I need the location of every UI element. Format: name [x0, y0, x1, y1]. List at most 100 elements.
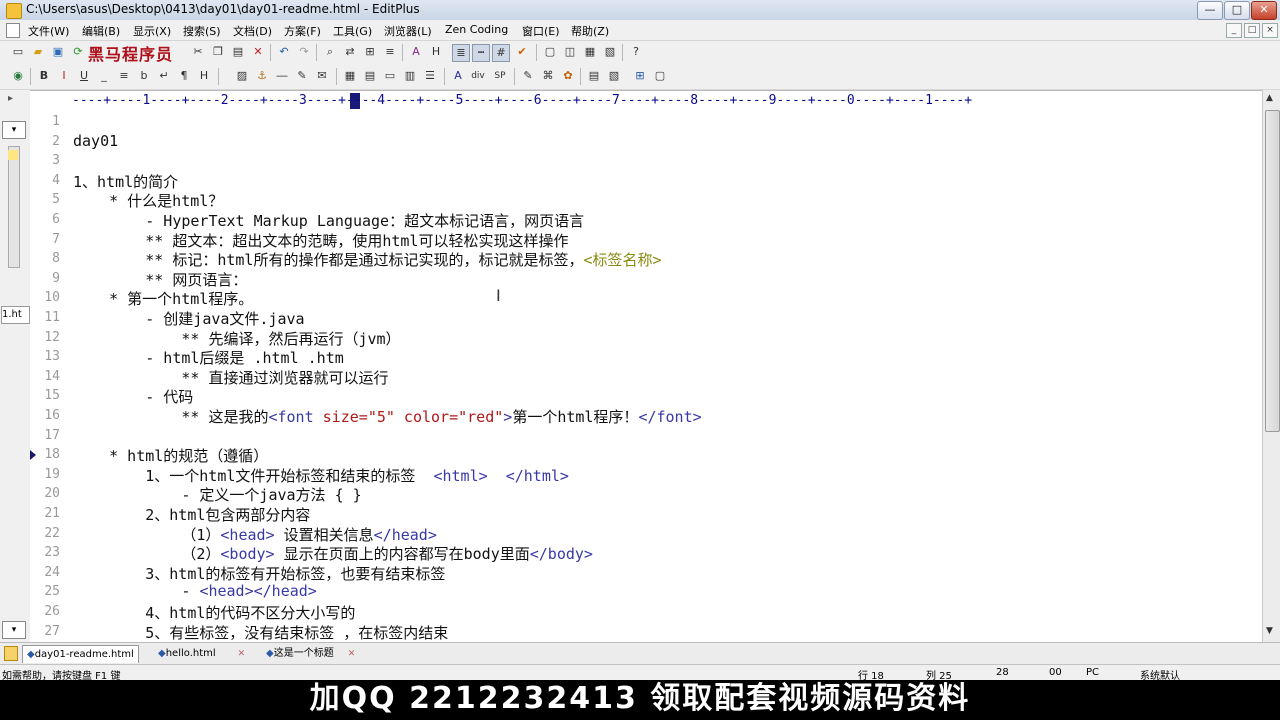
- code-line[interactable]: - 创建java文件.java: [73, 308, 304, 329]
- nb-icon[interactable]: b: [136, 68, 152, 84]
- font-tag-icon[interactable]: A: [450, 68, 466, 84]
- tab-close-icon[interactable]: ✕: [348, 649, 356, 659]
- scroll-down-icon[interactable]: ▼: [1266, 626, 1273, 636]
- panel-icon[interactable]: ▢: [652, 68, 668, 84]
- mdi-minimize-button[interactable]: _: [1226, 23, 1242, 38]
- table-icon[interactable]: ▦: [342, 68, 358, 84]
- script-icon[interactable]: ⌘: [540, 68, 556, 84]
- code-line[interactable]: 5、有些标签，没有结束标签 ，在标签内结束: [73, 622, 448, 642]
- toolbar-icon[interactable]: ▤: [586, 68, 602, 84]
- italic-icon[interactable]: I: [56, 68, 72, 84]
- list-icon[interactable]: ☰: [422, 68, 438, 84]
- code-line[interactable]: 2、html包含两部分内容: [73, 504, 310, 525]
- menu-edit[interactable]: 编辑(B): [82, 23, 120, 39]
- redo-icon[interactable]: ↷: [296, 44, 312, 60]
- new-file-icon[interactable]: ▭: [10, 44, 26, 60]
- tab-close-icon[interactable]: ✕: [238, 649, 246, 659]
- panel-dropdown[interactable]: ▾: [2, 121, 26, 139]
- menu-search[interactable]: 搜索(S): [183, 23, 221, 39]
- code-line[interactable]: - HyperText Markup Language：超文本标记语言，网页语言: [73, 210, 584, 231]
- edit-icon[interactable]: ✎: [294, 68, 310, 84]
- code-line[interactable]: ** 先编译，然后再运行（jvm）: [73, 328, 400, 349]
- comment-icon[interactable]: ✉: [314, 68, 330, 84]
- menu-window[interactable]: 窗口(E): [522, 23, 560, 39]
- delete-icon[interactable]: ✕: [250, 44, 266, 60]
- code-line[interactable]: 1、一个html文件开始标签和结束的标签 <html> </html>: [73, 465, 569, 486]
- code-line[interactable]: - 定义一个java方法 { }: [73, 484, 361, 505]
- undo-icon[interactable]: ↶: [276, 44, 292, 60]
- find-icon[interactable]: ⌕: [322, 44, 338, 60]
- cliptext-icon[interactable]: ▧: [606, 68, 622, 84]
- refresh-icon[interactable]: ⟳: [70, 44, 86, 60]
- tab-title-page[interactable]: ◆这是一个标题 ✕: [262, 645, 359, 662]
- menu-help[interactable]: 帮助(Z): [571, 23, 609, 39]
- span-tag-icon[interactable]: SP: [492, 68, 508, 84]
- code-line[interactable]: - html后缀是 .html .htm: [73, 347, 344, 368]
- color-picker-icon[interactable]: ✿: [560, 68, 576, 84]
- menu-tools[interactable]: 工具(G): [333, 23, 372, 39]
- code-line[interactable]: ** 网页语言：: [73, 269, 247, 290]
- horizontal-rule-icon[interactable]: ―: [274, 68, 290, 84]
- editor-area[interactable]: 1 2 3 4 5 6 7 8 9 10 11 12 13 14 15 16 17 18 19 20 21 22 23 24 2…: [30, 110, 1262, 642]
- menu-zen-coding[interactable]: Zen Coding: [445, 23, 508, 36]
- replace-icon[interactable]: ⇄: [342, 44, 358, 60]
- mdi-restore-button[interactable]: □: [1244, 23, 1260, 38]
- code-line[interactable]: * html的规范（遵循）: [73, 445, 268, 466]
- word-wrap-icon[interactable]: ≣: [452, 44, 470, 62]
- code-line[interactable]: 4、html的代码不区分大小写的: [73, 602, 355, 623]
- find-in-files-icon[interactable]: ⊞: [362, 44, 378, 60]
- nbsp-icon[interactable]: _: [96, 68, 112, 84]
- cascade-window-icon[interactable]: ▧: [602, 44, 618, 60]
- menu-file[interactable]: 文件(W): [28, 23, 69, 39]
- code-line[interactable]: * 第一个html程序。: [73, 288, 253, 309]
- ruler-toggle-icon[interactable]: ▸: [8, 93, 13, 104]
- code-line[interactable]: ** 这是我的<font size="5" color="red">第一个htm…: [73, 406, 701, 427]
- textarea-icon[interactable]: ▥: [402, 68, 418, 84]
- spell-check-icon[interactable]: ✔: [514, 44, 530, 60]
- paragraph-icon[interactable]: ¶: [176, 68, 192, 84]
- copy-icon[interactable]: ❐: [210, 44, 226, 60]
- underline-icon[interactable]: U: [76, 68, 92, 84]
- code-line[interactable]: （2）<body> 显示在页面上的内容都写在body里面</body>: [73, 543, 593, 564]
- open-folder-icon[interactable]: ▰: [30, 44, 46, 60]
- goto-line-icon[interactable]: ≡: [382, 44, 398, 60]
- code-line[interactable]: - 代码: [73, 386, 193, 407]
- tab-hello-html[interactable]: ◆hello.html ✕: [154, 645, 249, 662]
- save-icon[interactable]: ▣: [50, 44, 66, 60]
- close-button[interactable]: ✕: [1251, 1, 1277, 20]
- code-line[interactable]: ** 标记：html所有的操作都是通过标记实现的，标记就是标签，<标签名称>: [73, 249, 661, 270]
- tile-window-icon[interactable]: ▦: [582, 44, 598, 60]
- code-line[interactable]: （1）<head> 设置相关信息</head>: [73, 524, 437, 545]
- code-line[interactable]: 3、html的标签有开始标签，也要有结束标签: [73, 563, 445, 584]
- window-layout-icon[interactable]: ▢: [542, 44, 558, 60]
- scroll-up-icon[interactable]: ▲: [1266, 93, 1273, 103]
- center-icon[interactable]: ≡: [116, 68, 132, 84]
- scroll-thumb[interactable]: [1265, 110, 1280, 432]
- panel-scrollbar[interactable]: [8, 146, 20, 268]
- browser-preview-icon[interactable]: ◉: [10, 68, 26, 84]
- line-number-icon[interactable]: #: [492, 44, 510, 62]
- vertical-scrollbar[interactable]: ▲ ▼: [1262, 90, 1280, 642]
- input-icon[interactable]: ▭: [382, 68, 398, 84]
- mdi-close-button[interactable]: ×: [1262, 23, 1278, 38]
- font-icon[interactable]: A: [408, 44, 424, 60]
- paste-icon[interactable]: ▤: [230, 44, 246, 60]
- code-line[interactable]: ** 直接通过浏览器就可以运行: [73, 367, 388, 388]
- ruler-icon[interactable]: ┅: [472, 44, 490, 62]
- minimize-button[interactable]: —: [1197, 1, 1223, 20]
- div-tag-icon[interactable]: div: [470, 68, 486, 84]
- line-break-icon[interactable]: ↵: [156, 68, 172, 84]
- form-icon[interactable]: ▤: [362, 68, 378, 84]
- menu-document[interactable]: 文档(D): [233, 23, 272, 39]
- bold-icon[interactable]: B: [36, 68, 52, 84]
- panel-bottom-dropdown[interactable]: ▾: [2, 621, 26, 639]
- tab-day01-readme[interactable]: ◆day01-readme.html: [22, 645, 139, 663]
- cut-icon[interactable]: ✂: [190, 44, 206, 60]
- help-icon[interactable]: ?: [628, 44, 644, 60]
- menu-view[interactable]: 显示(X): [133, 23, 171, 39]
- heading-icon[interactable]: H: [196, 68, 212, 84]
- image-icon[interactable]: ▨: [234, 68, 250, 84]
- anchor-icon[interactable]: ⚓: [254, 68, 270, 84]
- code-line[interactable]: day01: [73, 132, 118, 150]
- menu-browser[interactable]: 浏览器(L): [384, 23, 432, 39]
